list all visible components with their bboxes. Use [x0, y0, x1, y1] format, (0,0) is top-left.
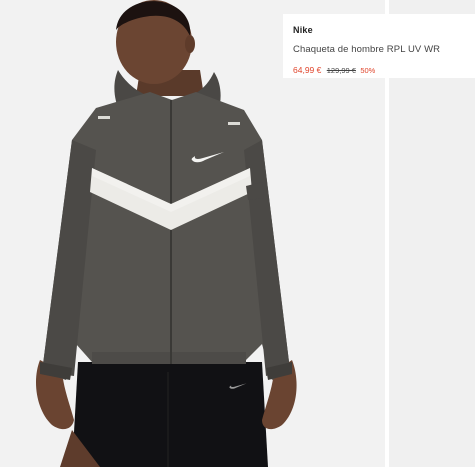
brand-name: Nike	[293, 25, 313, 35]
discount-badge: 50%	[360, 66, 376, 75]
swoosh-icon	[229, 383, 247, 389]
swoosh-icon	[191, 152, 224, 163]
original-price: 129,99 €	[326, 66, 356, 75]
current-price: 64,99 €	[293, 65, 322, 75]
price-row: 64,99 € 129,99 € 50%	[293, 65, 475, 75]
product-info-card[interactable]: Nike Chaqueta de hombre RPL UV WR 64,99 …	[283, 14, 475, 78]
product-title[interactable]: Chaqueta de hombre RPL UV WR	[293, 44, 475, 55]
